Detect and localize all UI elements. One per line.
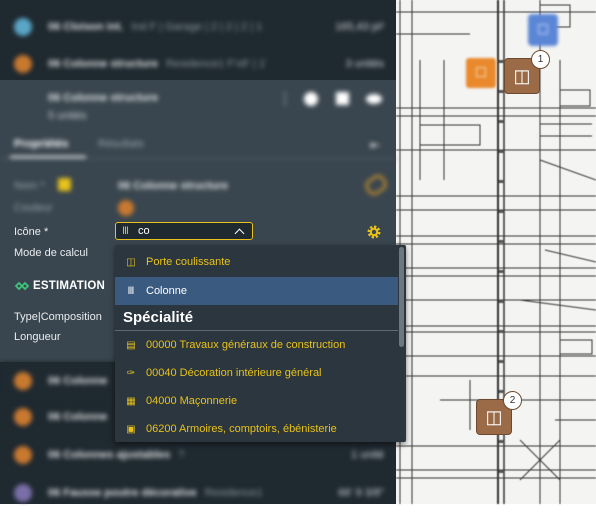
marker-number: 1 — [531, 50, 550, 69]
option-label: Porte coulissante — [146, 256, 231, 268]
blueprint-marker-blue[interactable]: □ — [528, 14, 558, 46]
item-name: 06 Colonnes ajustables — [48, 449, 171, 461]
column-marker-2[interactable]: ◫ 2 — [477, 391, 522, 434]
column-marker-1[interactable]: ◫ 1 — [505, 50, 550, 93]
column-icon: ◫ — [513, 65, 531, 86]
icon-label: Icône * — [14, 226, 49, 238]
option-label: Colonne — [146, 285, 187, 297]
type-composition-label: Type|Composition — [14, 311, 102, 323]
length-label: Longueur — [14, 331, 61, 343]
item-value: 165,43 pi² — [335, 21, 384, 33]
estimation-title: ESTIMATION — [33, 280, 106, 292]
item-color-icon — [14, 408, 32, 426]
item-sub: Residence1 F'x8' | 1' — [166, 58, 267, 70]
dropdown-scrollbar[interactable] — [399, 247, 404, 347]
group-specialty: Spécialité — [115, 304, 398, 331]
item-color-icon — [14, 372, 32, 390]
column-icon: Ⅲ — [122, 225, 129, 237]
option-label: 04000 Maçonnerie — [146, 395, 238, 407]
color-label: Couleur — [14, 202, 53, 214]
marker-number: 2 — [503, 391, 522, 410]
crane-icon: ▤ — [126, 339, 136, 351]
item-value: 66' 9 3/8" — [338, 487, 384, 499]
color-swatch[interactable] — [118, 200, 134, 216]
tab-results[interactable]: Résultats — [98, 138, 144, 150]
name-label: Nom * — [14, 180, 45, 192]
item-value: 3 unités — [345, 58, 384, 70]
icon-query-text: co — [138, 225, 150, 237]
collapse-icon[interactable]: ⇤ — [370, 138, 380, 152]
item-count: 5 unités — [48, 110, 87, 122]
blueprint-marker-orange[interactable]: □ — [466, 58, 496, 88]
column-icon: ◫ — [485, 406, 503, 427]
option-sliding-door[interactable]: ◫ Porte coulissante — [115, 248, 398, 276]
item-name: 06 Colonne structure — [48, 58, 159, 70]
item-color-icon — [14, 18, 32, 36]
gear-icon[interactable] — [366, 224, 382, 240]
item-name: 06 Colonne — [48, 375, 108, 387]
item-name: 06 Fausse poutre décorative — [48, 487, 197, 499]
chevron-up-icon[interactable] — [234, 228, 245, 238]
name-value[interactable]: 06 Colonne structure — [118, 180, 228, 192]
link-icon[interactable] — [363, 172, 389, 198]
item-title: 06 Colonne structure — [48, 92, 159, 104]
list-item[interactable]: 06 Fausse poutre décorative Residence1 6… — [0, 474, 396, 512]
option-label: 06200 Armoires, comptoirs, ébénisterie — [146, 423, 337, 435]
option-general-construction[interactable]: ▤ 00000 Travaux généraux de construction — [115, 331, 398, 359]
estimation-section: ESTIMATION — [14, 280, 105, 292]
target-icon[interactable] — [304, 92, 318, 106]
list-item[interactable]: 06 Colonne structure Residence1 F'x8' | … — [0, 45, 396, 83]
tab-underline — [10, 156, 86, 158]
copy-icon[interactable] — [336, 92, 349, 105]
item-value: 1 unité — [350, 449, 384, 461]
item-color-icon — [14, 55, 32, 73]
cabinet-icon: ▣ — [126, 423, 136, 435]
name-required-icon — [58, 178, 71, 191]
item-name: 06 Cloison int. — [48, 21, 124, 33]
item-detail-header: 06 Colonne structure 5 unités ⋮ — [0, 80, 396, 130]
detail-tabs: Propriétés Résultats ⇤ — [0, 130, 396, 159]
eye-icon[interactable] — [366, 94, 382, 104]
item-sub: Ind F | Garage | 2 | 2 | 2 | 1 — [131, 21, 263, 33]
item-sub: ? — [178, 449, 185, 461]
list-item[interactable]: 06 Cloison int. Ind F | Garage | 2 | 2 |… — [0, 8, 396, 46]
tab-properties[interactable]: Propriétés — [14, 138, 68, 150]
item-color-icon — [14, 446, 32, 464]
column-icon: Ⅲ — [127, 285, 135, 297]
option-cabinets[interactable]: ▣ 06200 Armoires, comptoirs, ébénisterie — [115, 415, 398, 442]
icon-dropdown-list: ◫ Porte coulissante Ⅲ Colonne Spécialité… — [115, 245, 406, 442]
icon-search-input[interactable]: Ⅲ co — [115, 222, 253, 240]
estimation-icon — [14, 281, 30, 291]
item-color-icon — [14, 484, 32, 502]
paint-icon: ✑ — [126, 367, 136, 379]
brick-icon: ▦ — [126, 395, 136, 407]
option-label: 00040 Décoration intérieure général — [146, 367, 322, 379]
item-sub: Residence1 — [204, 487, 263, 499]
option-masonry[interactable]: ▦ 04000 Maçonnerie — [115, 387, 398, 415]
calc-mode-label: Mode de calcul — [14, 247, 88, 259]
sliding-door-icon: ◫ — [126, 256, 136, 268]
more-icon[interactable]: ⋮ — [278, 90, 292, 107]
option-column[interactable]: Ⅲ Colonne — [115, 277, 398, 305]
option-label: 00000 Travaux généraux de construction — [146, 339, 346, 351]
option-interior-decoration[interactable]: ✑ 00040 Décoration intérieure général — [115, 359, 398, 387]
item-name: 06 Colonne — [48, 411, 108, 423]
